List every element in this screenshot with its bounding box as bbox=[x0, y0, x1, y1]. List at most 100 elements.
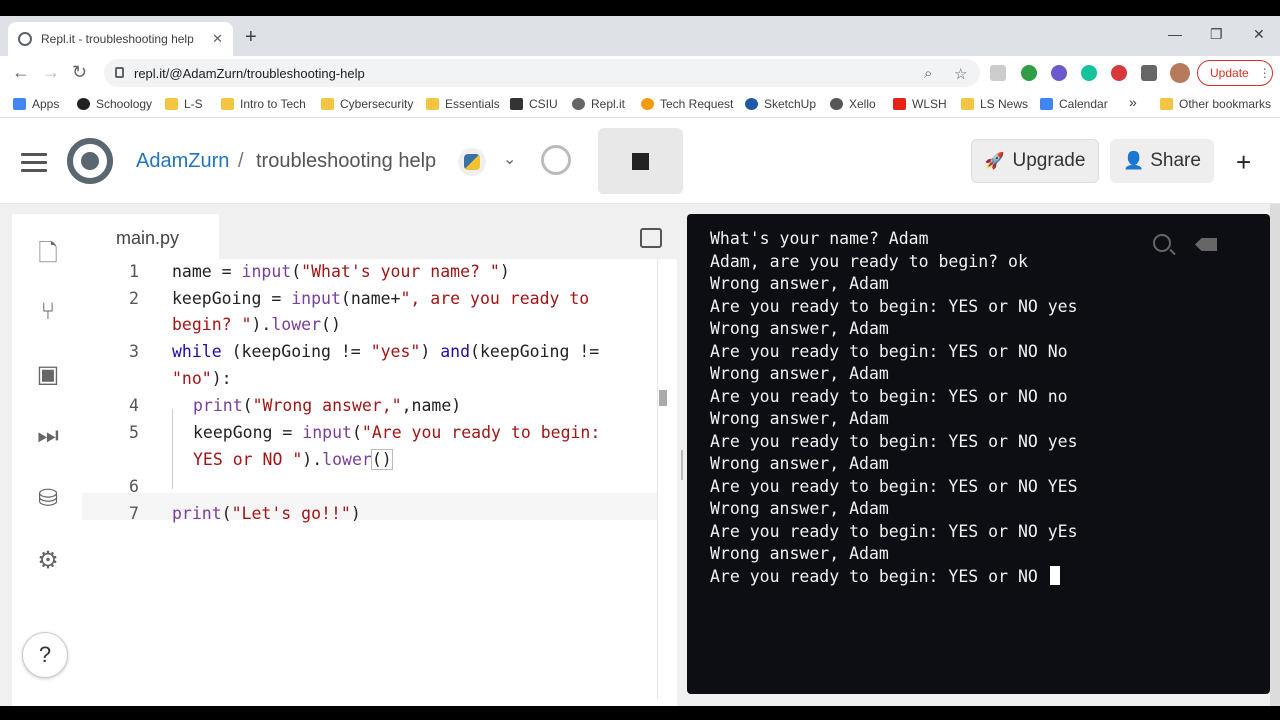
extension-purple-icon[interactable] bbox=[1051, 65, 1067, 81]
hamburger-menu-icon[interactable] bbox=[21, 153, 47, 172]
stop-icon bbox=[632, 152, 649, 170]
bookmark-wlsh[interactable]: WLSH bbox=[893, 97, 947, 111]
bookmark-schoology[interactable]: Schoology bbox=[77, 97, 152, 111]
packages-icon[interactable]: ▣ bbox=[34, 360, 62, 389]
upgrade-label: Upgrade bbox=[1012, 150, 1086, 171]
console-input-line[interactable]: Are you ready to begin: YES or NO bbox=[710, 565, 1078, 589]
stop-button[interactable] bbox=[598, 128, 683, 194]
chevron-down-icon[interactable]: ⌄ bbox=[503, 149, 516, 169]
bookmark-l-s[interactable]: L-S bbox=[165, 97, 203, 111]
bookmark-tech-request[interactable]: Tech Request bbox=[641, 97, 733, 111]
right-edge-strip bbox=[1270, 204, 1280, 706]
console-line: Wrong answer, Adam bbox=[710, 274, 889, 293]
update-button[interactable]: Update ⋮ bbox=[1197, 60, 1273, 86]
line-number: 2 bbox=[129, 289, 139, 308]
grammarly-icon[interactable] bbox=[1081, 65, 1097, 81]
bookmark-label: CSIU bbox=[529, 97, 558, 111]
console-line: Are you ready to begin: YES or NO yes bbox=[710, 431, 1078, 451]
editor-scrollbar-thumb[interactable] bbox=[659, 390, 667, 406]
bookmark-calendar[interactable]: Calendar bbox=[1040, 97, 1108, 111]
restore-icon[interactable]: ❐ bbox=[1210, 26, 1223, 43]
bookmark-cybersecurity[interactable]: Cybersecurity bbox=[321, 97, 413, 111]
extensions-puzzle-icon[interactable] bbox=[1141, 65, 1157, 81]
tab-close-icon[interactable]: ✕ bbox=[212, 31, 223, 47]
bookmark-xello[interactable]: Xello bbox=[830, 97, 876, 111]
replit-favicon-icon bbox=[18, 32, 32, 46]
extension-red-icon[interactable] bbox=[1111, 65, 1127, 81]
bookmark-apps[interactable]: Apps bbox=[13, 97, 59, 111]
code-text: while (keepGoing != "yes") and(keepGoing… bbox=[172, 342, 600, 361]
new-tab-button[interactable]: + bbox=[245, 26, 257, 49]
youtube-icon bbox=[893, 98, 906, 110]
screen: Repl.it - troubleshooting help ✕ + — ❐ ✕… bbox=[0, 16, 1280, 706]
zoom-icon[interactable]: ⌕ bbox=[924, 65, 932, 82]
upgrade-button[interactable]: 🚀 Upgrade bbox=[971, 139, 1099, 183]
bookmark-csiu[interactable]: CSIU bbox=[510, 97, 558, 111]
bookmark-ls-news[interactable]: LS News bbox=[961, 97, 1028, 111]
version-control-icon[interactable]: ⑂ bbox=[34, 298, 62, 326]
code-text: print("Let's go!!") bbox=[172, 504, 361, 523]
bookmark-label: Other bookmarks bbox=[1179, 97, 1272, 111]
console-clear-icon[interactable] bbox=[1195, 238, 1217, 251]
code-editor[interactable]: main.py 1 name = input("What's your name… bbox=[82, 214, 677, 706]
settings-gear-icon[interactable]: ⚙ bbox=[34, 546, 62, 575]
address-bar[interactable]: repl.it/@AdamZurn/troubleshooting-help ⌕… bbox=[104, 59, 980, 87]
history-icon[interactable] bbox=[541, 145, 571, 175]
console-panel[interactable]: What's your name? Adam Adam, are you read… bbox=[687, 214, 1270, 694]
back-arrow-icon[interactable]: ← bbox=[12, 62, 30, 83]
new-repl-button[interactable]: + bbox=[1236, 147, 1251, 178]
help-button[interactable]: ? bbox=[22, 632, 68, 678]
debugger-icon[interactable]: ⏭ bbox=[34, 422, 62, 450]
python-language-icon[interactable] bbox=[458, 148, 486, 176]
bookmark-sketchup[interactable]: SketchUp bbox=[745, 97, 816, 111]
share-button[interactable]: 👤 Share bbox=[1110, 139, 1214, 183]
files-icon[interactable]: 🗋 bbox=[34, 236, 62, 277]
share-label: Share bbox=[1150, 150, 1201, 171]
console-line: Wrong answer, Adam bbox=[710, 499, 889, 518]
replit-icon bbox=[572, 98, 585, 110]
bookmark-label: Calendar bbox=[1059, 97, 1108, 111]
other-bookmarks[interactable]: Other bookmarks bbox=[1160, 97, 1271, 111]
reload-icon[interactable]: ↻ bbox=[72, 62, 87, 83]
bookmark-intro-to-tech[interactable]: Intro to Tech bbox=[221, 97, 306, 111]
extension-k-icon[interactable] bbox=[990, 65, 1006, 81]
rocket-icon: 🚀 bbox=[984, 153, 1005, 170]
console-search-icon[interactable] bbox=[1153, 234, 1171, 252]
file-tab-main-py[interactable]: main.py bbox=[82, 214, 219, 259]
format-code-icon[interactable] bbox=[640, 228, 662, 248]
code-text: begin? ").lower() bbox=[172, 315, 341, 334]
forward-arrow-icon[interactable]: → bbox=[42, 62, 60, 83]
pane-splitter[interactable] bbox=[677, 214, 687, 706]
code-area[interactable]: 1 name = input("What's your name? ") 2 k… bbox=[82, 259, 657, 699]
bookmark-label: L-S bbox=[184, 97, 203, 111]
line-number: 4 bbox=[129, 396, 139, 415]
tab-title: Repl.it - troubleshooting help bbox=[41, 32, 194, 46]
bookmarks-overflow-button[interactable]: » bbox=[1129, 94, 1137, 110]
line-number: 1 bbox=[129, 262, 139, 281]
bookmark-essentials[interactable]: Essentials bbox=[426, 97, 500, 111]
project-title[interactable]: troubleshooting help bbox=[256, 150, 436, 173]
console-line: Wrong answer, Adam bbox=[710, 319, 889, 338]
console-line: Adam, are you ready to begin? ok bbox=[710, 251, 1028, 271]
username-link[interactable]: AdamZurn bbox=[136, 150, 229, 173]
file-tab-label: main.py bbox=[116, 228, 180, 248]
code-line: 5 keepGong = input("Are you ready to beg… bbox=[82, 420, 657, 447]
bookmark-star-icon[interactable]: ☆ bbox=[954, 65, 967, 83]
code-text: "no"): bbox=[172, 369, 232, 388]
folder-icon bbox=[961, 98, 974, 110]
browser-navbar: ← → ↻ repl.it/@AdamZurn/troubleshooting-… bbox=[0, 56, 1280, 90]
line-number: 5 bbox=[129, 423, 139, 442]
code-text: YES or NO ").lower() bbox=[193, 449, 393, 470]
browser-tab[interactable]: Repl.it - troubleshooting help ✕ bbox=[8, 22, 233, 56]
profile-avatar[interactable] bbox=[1170, 63, 1190, 83]
bookmark-label: Cybersecurity bbox=[340, 97, 414, 111]
code-line: 7 print("Let's go!!") bbox=[82, 501, 657, 528]
close-window-icon[interactable]: ✕ bbox=[1253, 26, 1265, 43]
extension-green-icon[interactable] bbox=[1021, 65, 1037, 81]
minimize-icon[interactable]: — bbox=[1168, 26, 1182, 42]
bookmark-replit[interactable]: Repl.it bbox=[572, 97, 625, 111]
console-line: Wrong answer, Adam bbox=[710, 544, 889, 563]
tech-request-icon bbox=[641, 98, 654, 110]
replit-logo[interactable] bbox=[67, 138, 113, 184]
database-icon[interactable]: ⛁ bbox=[34, 484, 62, 513]
